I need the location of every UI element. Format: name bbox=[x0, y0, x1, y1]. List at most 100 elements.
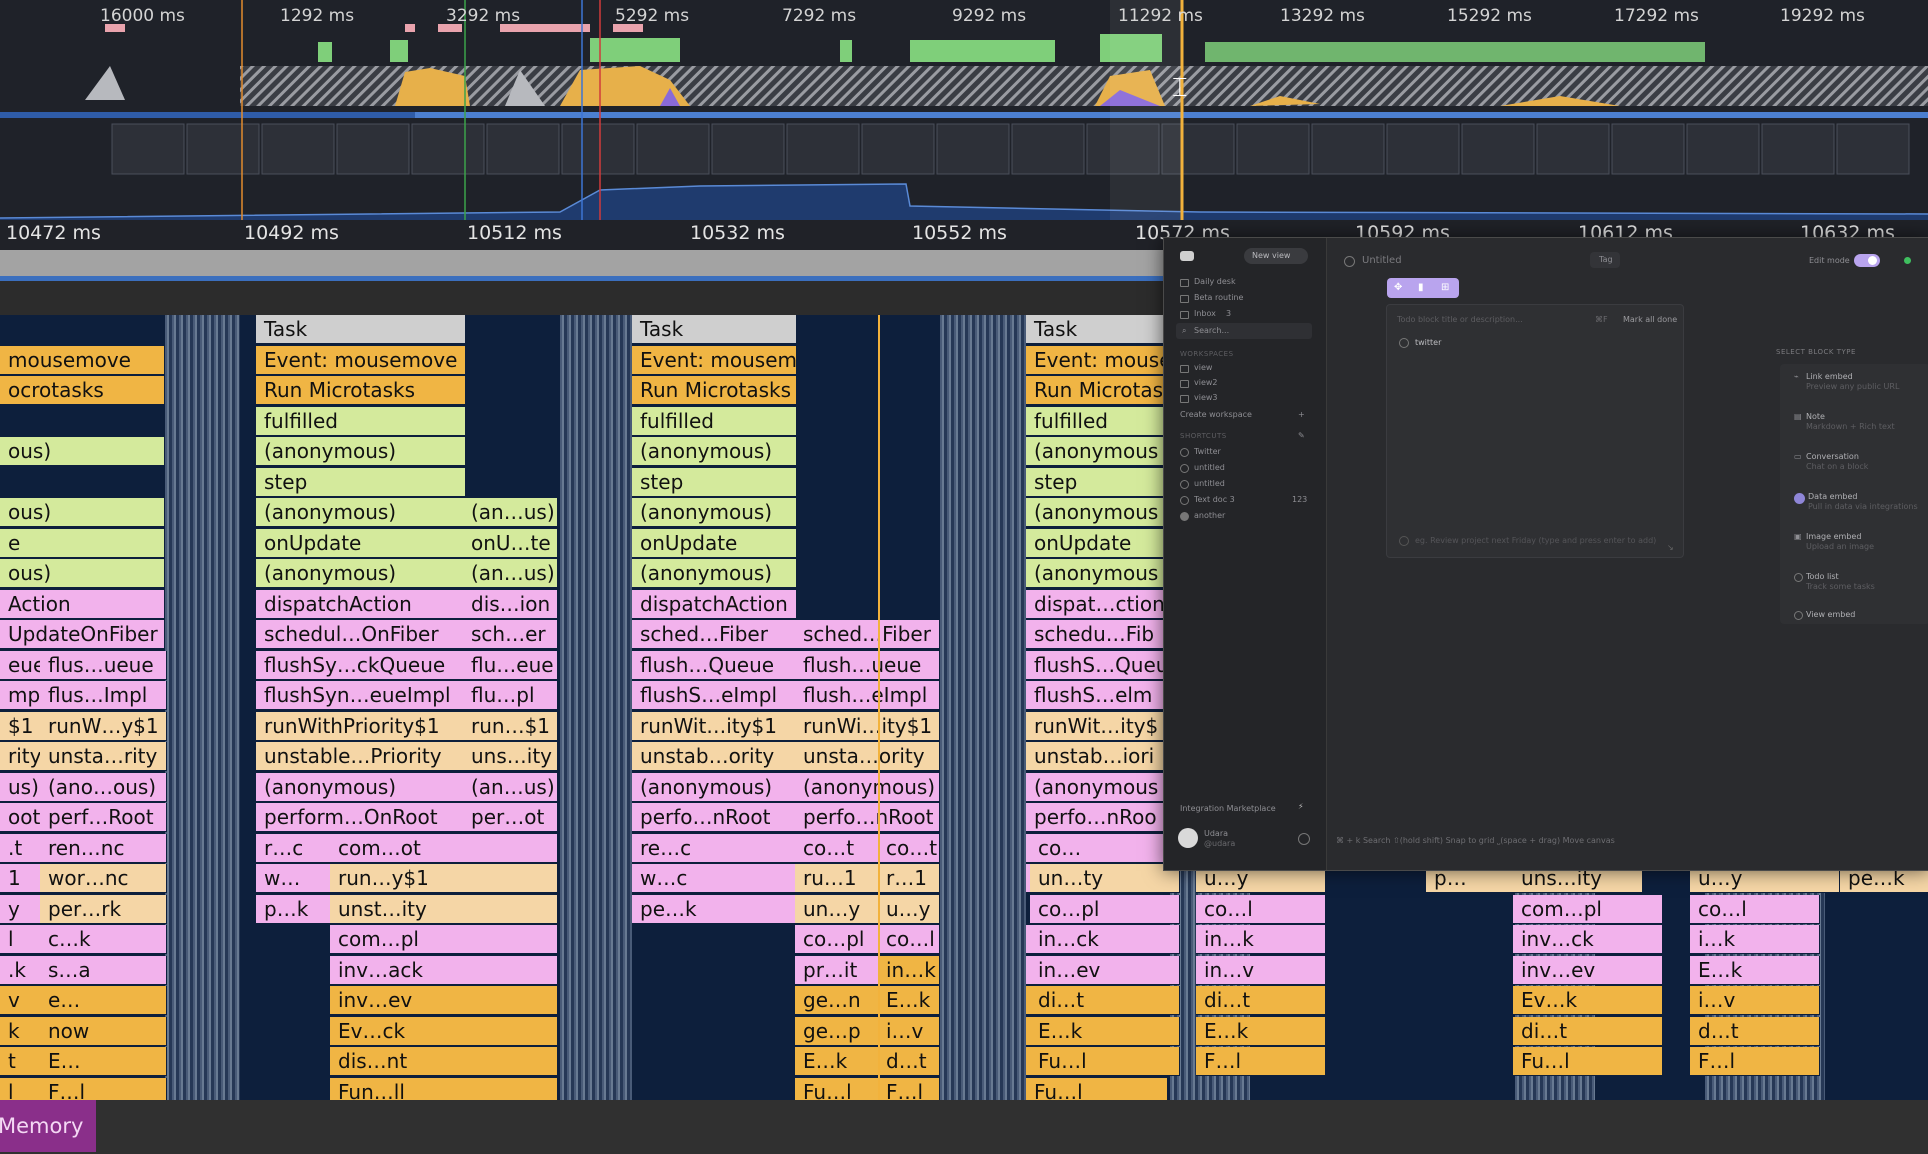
block-type-data-embed[interactable]: Data embed Pull in data via integrations bbox=[1794, 492, 1928, 524]
shortcut-item[interactable]: Text doc 3 bbox=[1194, 495, 1235, 504]
flame-entry[interactable]: ous) bbox=[0, 498, 165, 527]
shortcut-item[interactable]: Twitter bbox=[1194, 447, 1221, 456]
new-todo-input[interactable]: eg. Review project next Friday (type and… bbox=[1415, 536, 1656, 545]
flame-entry[interactable]: F…l bbox=[1690, 1047, 1820, 1076]
sidebar-search-input[interactable]: ⌕ Search... bbox=[1176, 323, 1312, 339]
flame-entry[interactable]: (an…us) bbox=[463, 772, 558, 802]
flame-entry[interactable]: s…a bbox=[40, 955, 167, 985]
flame-entry[interactable]: (anonymous) bbox=[632, 437, 797, 466]
flame-entry[interactable]: pe…k bbox=[632, 894, 797, 924]
flame-entry[interactable]: runWi…ity$1 bbox=[795, 711, 940, 741]
flame-entry[interactable]: inv…ev bbox=[330, 986, 558, 1015]
flame-entry[interactable]: com…pl bbox=[330, 925, 558, 954]
flame-entry[interactable]: unstab…iori bbox=[1026, 742, 1168, 771]
flame-entry[interactable]: (anonymous) bbox=[795, 772, 940, 802]
flame-entry[interactable]: dis…nt bbox=[330, 1047, 558, 1076]
flame-entry[interactable]: dis…ion bbox=[463, 589, 558, 619]
flame-entry[interactable]: flu…eue bbox=[463, 650, 558, 680]
memory-tab[interactable]: Memory bbox=[0, 1100, 96, 1152]
flame-entry[interactable]: di…t bbox=[1513, 1016, 1663, 1046]
timeline-overview[interactable]: 16000 ms 1292 ms 3292 ms 5292 ms 7292 ms… bbox=[0, 0, 1928, 220]
flame-entry[interactable]: com…ot bbox=[330, 833, 558, 863]
flame-entry[interactable]: flushSy…ckQueue bbox=[256, 650, 466, 680]
sidebar-item-inbox[interactable]: Inbox bbox=[1194, 309, 1216, 318]
flame-entry[interactable]: dispat…ction bbox=[1026, 589, 1168, 619]
sidebar-item-beta-routine[interactable]: Beta routine bbox=[1194, 293, 1243, 302]
trash-icon[interactable]: ▮ bbox=[1418, 282, 1424, 293]
flame-dense-calls[interactable] bbox=[940, 315, 1026, 1100]
flame-entry[interactable]: flush…Queue bbox=[632, 650, 797, 680]
block-type-view-embed[interactable]: View embed bbox=[1794, 610, 1928, 642]
flame-entry[interactable]: co…t bbox=[878, 833, 940, 863]
flame-entry[interactable]: co…l bbox=[1690, 894, 1820, 924]
flame-entry[interactable]: (anonymous) bbox=[632, 498, 797, 527]
flame-entry[interactable]: runWit…ity$1 bbox=[632, 711, 797, 741]
todo-item-label[interactable]: twitter bbox=[1415, 338, 1441, 347]
flame-entry[interactable]: i…v bbox=[878, 1016, 940, 1046]
block-toolbar[interactable]: ✥ ▮ ⊞ bbox=[1387, 278, 1459, 298]
app-preview-window[interactable]: New view Daily desk Beta routine Inbox 3… bbox=[1163, 237, 1928, 871]
new-todo-checkbox[interactable] bbox=[1399, 536, 1409, 546]
flame-entry[interactable]: (an…us) bbox=[463, 559, 558, 588]
block-type-todo-list[interactable]: Todo list Track some tasks bbox=[1794, 572, 1928, 604]
flame-entry[interactable]: run…y$1 bbox=[330, 864, 558, 893]
flame-entry[interactable]: co…l bbox=[878, 925, 940, 954]
integration-marketplace-link[interactable]: Integration Marketplace bbox=[1180, 804, 1276, 813]
flame-entry[interactable]: schedu…Fib bbox=[1026, 620, 1168, 649]
flame-entry[interactable]: flush…ueue bbox=[795, 650, 940, 680]
sidebar-item-daily-desk[interactable]: Daily desk bbox=[1194, 277, 1236, 286]
page-title[interactable]: Untitled bbox=[1362, 255, 1402, 266]
flame-entry[interactable]: flushS…eImpl bbox=[632, 681, 797, 710]
flame-entry[interactable]: flush…eImpl bbox=[795, 681, 940, 710]
flame-entry[interactable]: e… bbox=[40, 986, 167, 1015]
flame-entry[interactable]: runWit…ity$ bbox=[1026, 711, 1168, 741]
flame-entry[interactable]: E…k bbox=[1690, 955, 1820, 985]
flame-entry[interactable]: perfo…nRoo bbox=[1026, 803, 1168, 832]
block-type-note[interactable]: ▤ Note Markdown + Rich text bbox=[1794, 412, 1928, 444]
flame-entry[interactable]: step bbox=[1026, 467, 1168, 497]
flame-entry[interactable]: mousemove bbox=[0, 345, 165, 375]
flame-entry[interactable]: d…t bbox=[878, 1047, 940, 1076]
flame-entry[interactable]: perfo…nRoot bbox=[795, 803, 940, 832]
flame-entry[interactable]: sched…Fiber bbox=[795, 620, 940, 649]
flame-entry[interactable]: E…k bbox=[878, 986, 940, 1015]
flame-entry[interactable]: E…k bbox=[1196, 1016, 1326, 1046]
flame-entry[interactable]: flushSyn…eueImpl bbox=[256, 681, 466, 710]
flame-entry[interactable]: inv…ev bbox=[1513, 955, 1663, 985]
flame-entry[interactable]: per…ot bbox=[463, 803, 558, 832]
flame-entry[interactable]: perform…OnRoot bbox=[256, 803, 466, 832]
flame-entry[interactable]: (anonymous bbox=[1026, 559, 1168, 588]
flame-entry[interactable]: dispatchAction bbox=[632, 589, 797, 619]
flame-entry[interactable]: Run Microtasks bbox=[256, 376, 466, 405]
flame-entry[interactable]: in…k bbox=[878, 955, 940, 985]
flame-entry[interactable]: runWithPriority$1 bbox=[256, 711, 466, 741]
flame-entry[interactable]: Event: mousemove bbox=[632, 345, 797, 375]
flame-entry[interactable]: co… bbox=[1030, 833, 1180, 863]
flame-entry[interactable]: unsta…ority bbox=[795, 742, 940, 771]
flame-entry[interactable]: co…l bbox=[1196, 894, 1326, 924]
workspace-item[interactable]: view3 bbox=[1194, 393, 1218, 402]
block-type-conversation[interactable]: ▭ Conversation Chat on a block bbox=[1794, 452, 1928, 484]
flame-dense-calls[interactable] bbox=[560, 315, 632, 1100]
flame-entry[interactable]: step bbox=[632, 467, 797, 497]
flame-entry[interactable]: di…t bbox=[1196, 986, 1326, 1015]
workspace-item[interactable]: view bbox=[1194, 363, 1212, 372]
flame-entry[interactable]: sch…er bbox=[463, 620, 558, 649]
flame-entry[interactable]: runW…y$1 bbox=[40, 711, 167, 741]
flame-entry[interactable]: fulfilled bbox=[1026, 406, 1168, 436]
flame-entry[interactable]: Event: mousemove bbox=[256, 345, 466, 375]
flame-entry[interactable]: wor…nc bbox=[40, 864, 167, 893]
flame-entry[interactable]: onU…te bbox=[463, 528, 558, 558]
flame-entry[interactable]: perf…Root bbox=[40, 803, 167, 832]
edit-mode-toggle[interactable] bbox=[1854, 254, 1880, 267]
settings-icon[interactable] bbox=[1298, 833, 1310, 845]
flame-entry[interactable]: Task bbox=[632, 315, 797, 344]
flame-entry[interactable]: (anonymous) bbox=[256, 772, 466, 802]
flame-entry[interactable]: unstab…ority bbox=[632, 742, 797, 771]
flame-entry[interactable]: fulfilled bbox=[632, 406, 797, 436]
flame-entry[interactable]: (anonymous bbox=[1026, 437, 1168, 466]
flame-entry[interactable]: r…1 bbox=[878, 864, 940, 893]
flame-entry[interactable]: i…v bbox=[1690, 986, 1820, 1015]
flame-entry[interactable]: F…l bbox=[40, 1077, 167, 1100]
flame-entry[interactable]: schedul…OnFiber bbox=[256, 620, 466, 649]
